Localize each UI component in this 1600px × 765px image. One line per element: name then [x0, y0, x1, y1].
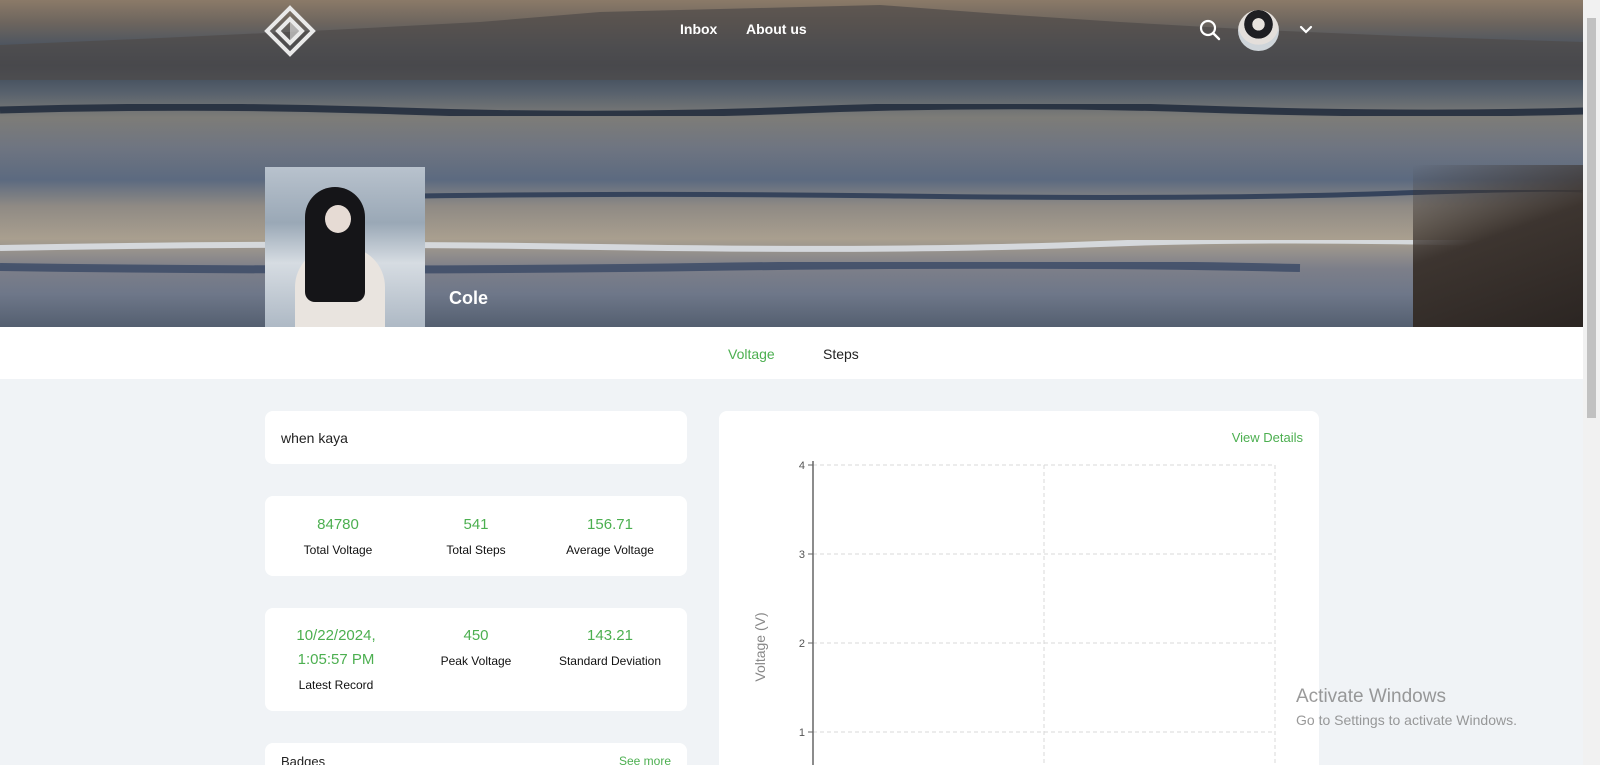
- stat-latest-record: 10/22/2024, 1:05:57 PM Latest Record: [271, 624, 401, 692]
- stat-average-voltage: 156.71 Average Voltage: [543, 513, 677, 557]
- wave-line: [0, 262, 1301, 274]
- stat-total-voltage: 84780 Total Voltage: [271, 513, 405, 557]
- cover-photo: Inbox About us Cole: [0, 0, 1583, 327]
- badges-card: Badges See more: [265, 743, 687, 765]
- stats-card-2: 10/22/2024, 1:05:57 PM Latest Record 450 …: [265, 608, 687, 711]
- bio-card: when kaya: [265, 411, 687, 464]
- y-tick-label: 2: [799, 638, 805, 650]
- tab-steps[interactable]: Steps: [823, 346, 859, 362]
- wave-line: [299, 190, 1583, 201]
- stat-total-steps: 541 Total Steps: [409, 513, 543, 557]
- nav-link-about-us[interactable]: About us: [746, 21, 807, 37]
- beach-sand: [1413, 165, 1583, 327]
- page-scrollbar[interactable]: [1583, 0, 1600, 765]
- y-tick-label: 4: [799, 460, 805, 472]
- profile-name: Cole: [449, 288, 489, 308]
- scrollbar-thumb[interactable]: [1587, 18, 1596, 418]
- badges-title: Badges: [281, 754, 326, 765]
- y-tick-label: 1: [799, 727, 805, 739]
- tab-bar: Voltage Steps: [0, 327, 1583, 379]
- wave-line: [0, 104, 1583, 116]
- stats-card-1: 84780 Total Voltage 541 Total Steps 156.…: [265, 496, 687, 576]
- stat-label: Total Steps: [446, 543, 506, 557]
- bio-text: when kaya: [281, 430, 348, 446]
- stat-label: Peak Voltage: [440, 654, 512, 668]
- stat-value: 450: [463, 627, 489, 644]
- tab-voltage[interactable]: Voltage: [728, 346, 775, 362]
- chevron-down-icon[interactable]: [1298, 22, 1314, 38]
- stat-label: Total Voltage: [303, 543, 373, 557]
- stat-value: 143.21: [587, 627, 633, 644]
- stat-value: 10/22/2024, 1:05:57 PM: [296, 627, 376, 668]
- see-more-link[interactable]: See more: [619, 754, 671, 765]
- stat-value: 541: [463, 516, 489, 533]
- profile-picture: [265, 167, 425, 327]
- y-axis-label: Voltage (V): [752, 612, 768, 681]
- stat-value: 84780: [317, 516, 359, 533]
- nav-link-inbox[interactable]: Inbox: [680, 21, 717, 37]
- stat-standard-deviation: 143.21 Standard Deviation: [543, 624, 677, 668]
- voltage-chart: 1 2 3 4 Voltage (V): [752, 460, 1276, 765]
- watermark-subtitle: Go to Settings to activate Windows.: [1296, 712, 1517, 728]
- stat-peak-voltage: 450 Peak Voltage: [409, 624, 543, 668]
- stat-value: 156.71: [587, 516, 633, 533]
- stat-label: Standard Deviation: [558, 654, 662, 668]
- watermark-title: Activate Windows: [1296, 686, 1446, 707]
- logo-icon[interactable]: [264, 5, 316, 57]
- search-icon[interactable]: [1199, 19, 1221, 41]
- cover-mountains: [0, 5, 1583, 80]
- stat-label: Latest Record: [298, 678, 374, 692]
- windows-activation-watermark: Activate Windows Go to Settings to activ…: [1296, 686, 1517, 728]
- stat-label: Average Voltage: [566, 543, 654, 557]
- wave-line: [0, 240, 1583, 252]
- y-tick-label: 3: [799, 549, 805, 561]
- voltage-chart-card: View Details 1 2 3 4 Voltage (V): [719, 411, 1319, 765]
- user-avatar[interactable]: [1238, 10, 1279, 51]
